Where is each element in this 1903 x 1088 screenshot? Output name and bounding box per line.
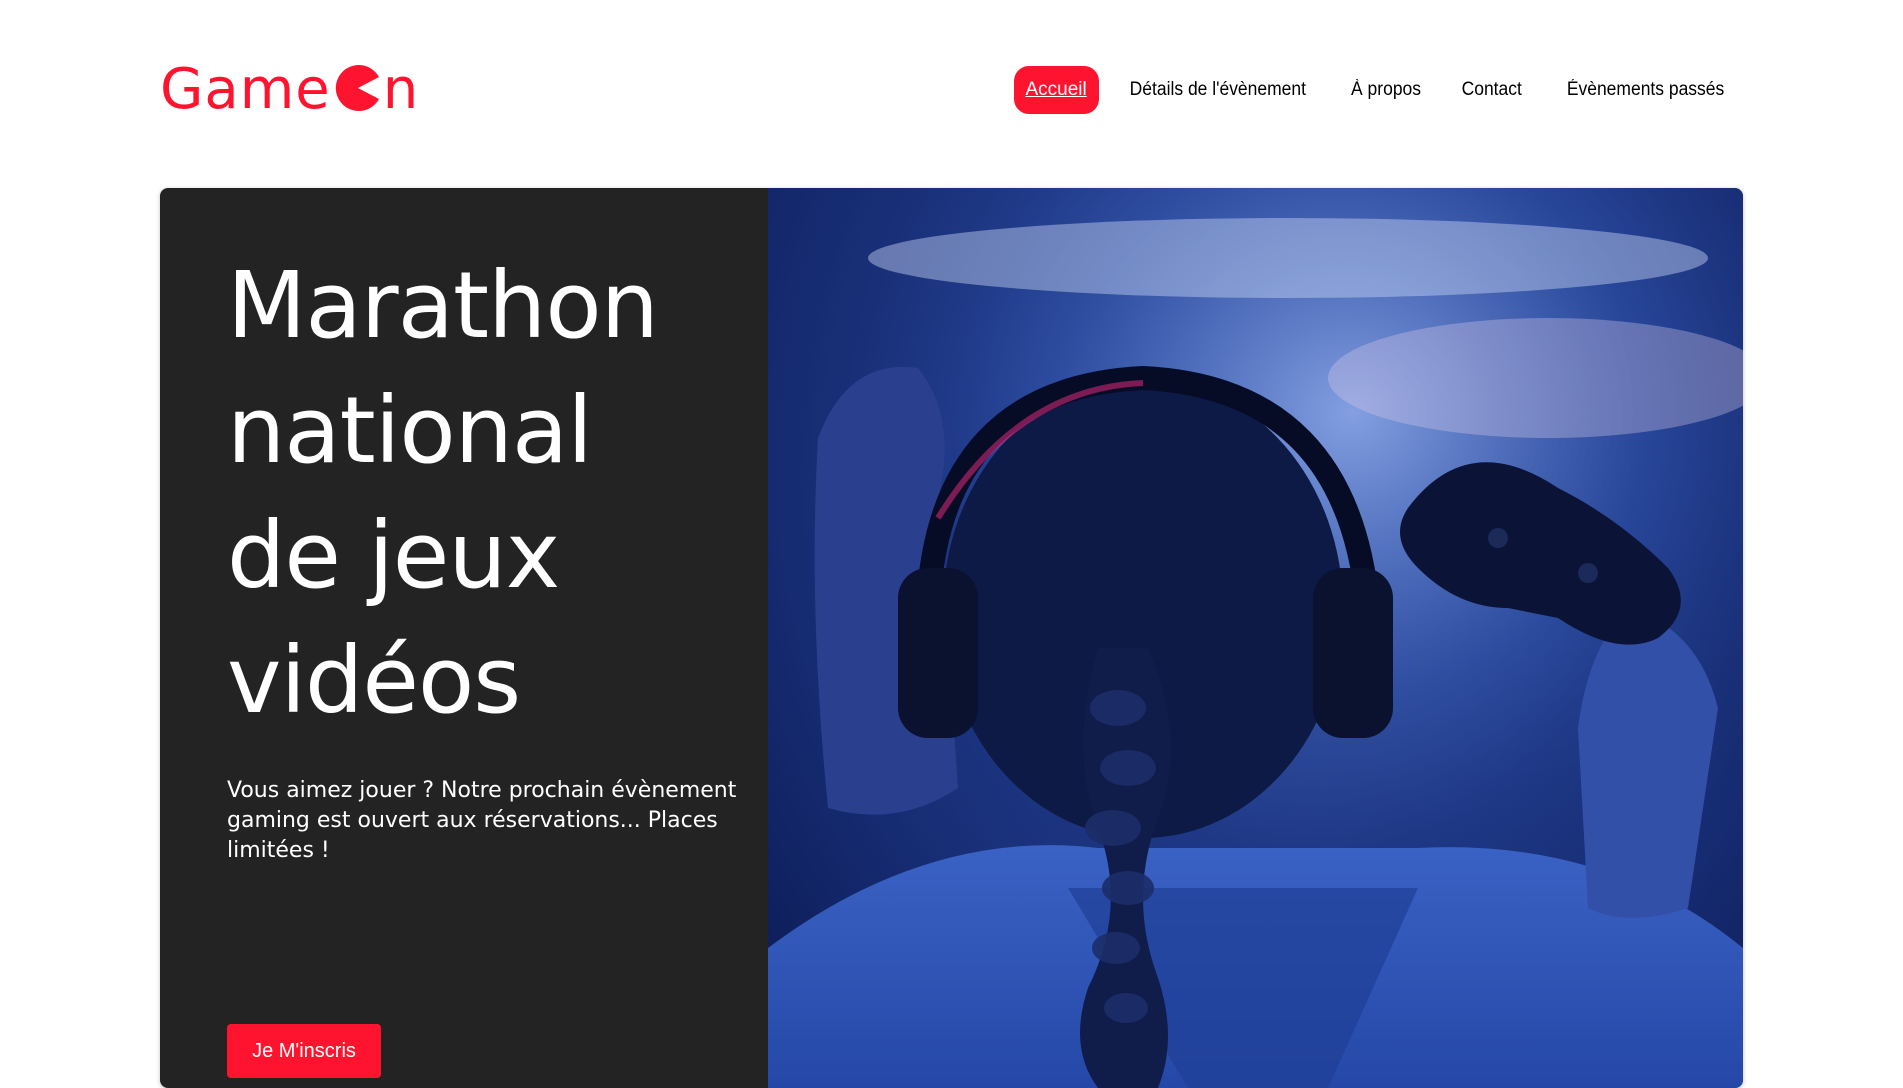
pacman-o-icon [335, 65, 379, 111]
logo-text-game: Game [160, 57, 331, 122]
hero-title-line: vidéos [227, 627, 521, 734]
nav-item-accueil[interactable]: Accueil [1013, 66, 1099, 114]
hero-description: Vous aimez jouer ? Notre prochain évènem… [227, 778, 737, 863]
signup-button[interactable]: Je M'inscris [227, 1024, 381, 1078]
hero-title-line: de jeux [227, 502, 560, 609]
brand-logo[interactable]: Game n [160, 55, 419, 125]
main-nav: Accueil Détails de l'évènement À propos … [1003, 66, 1744, 114]
hero-section: Marathon national de jeux vidéos Vous ai… [160, 188, 1743, 1088]
site-header: Game n Accueil Détails de l'évènement À … [160, 40, 1743, 140]
gamer-photo-illustration [768, 188, 1743, 1088]
nav-item-evenements-passes[interactable]: Évènements passés [1556, 67, 1735, 113]
hero-title-line: national [227, 377, 593, 484]
hero-title-line: Marathon [227, 252, 659, 359]
nav-item-details-evenement[interactable]: Détails de l'évènement [1118, 67, 1316, 113]
hero-image [768, 188, 1743, 1088]
hero-text-panel: Marathon national de jeux vidéos Vous ai… [160, 188, 768, 1088]
nav-item-a-propos[interactable]: À propos [1340, 67, 1432, 113]
hero-title: Marathon national de jeux vidéos [227, 243, 747, 743]
nav-item-contact[interactable]: Contact [1451, 67, 1533, 113]
logo-text-n: n [382, 57, 420, 122]
